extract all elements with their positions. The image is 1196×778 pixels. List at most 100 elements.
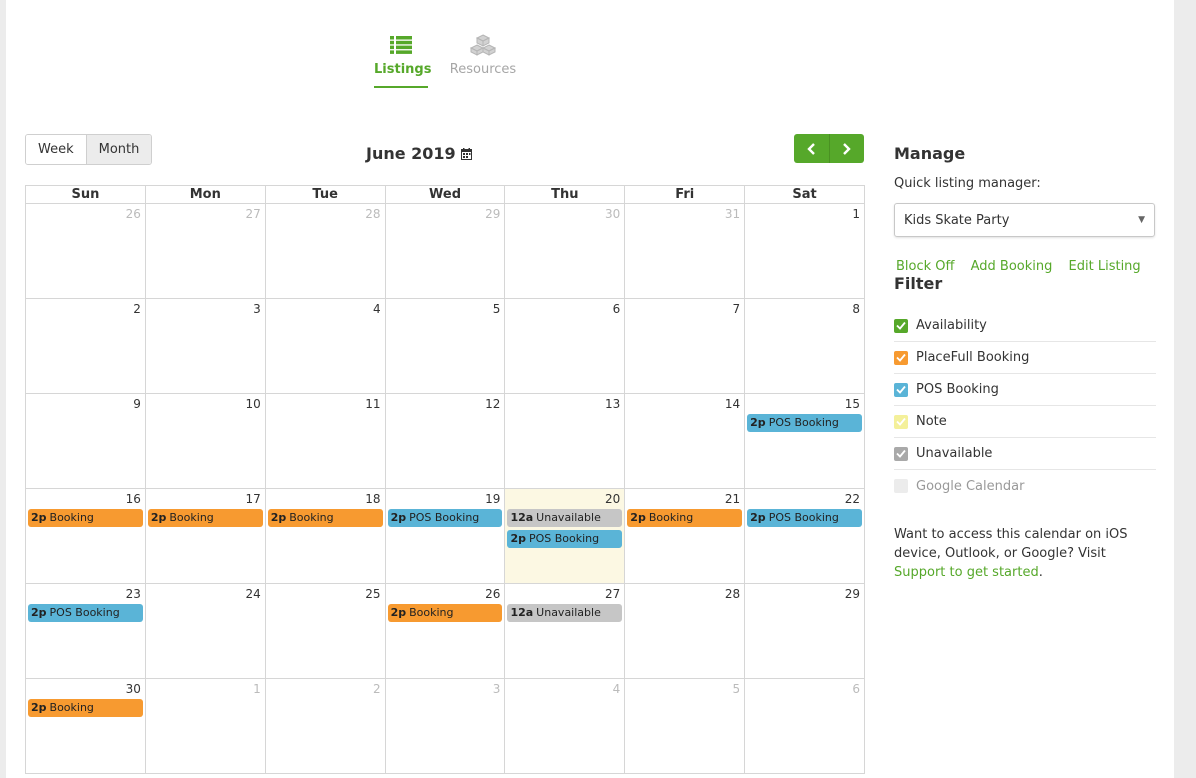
event-booking[interactable]: 2p Booking: [627, 509, 743, 527]
event-booking[interactable]: 2p Booking: [28, 509, 143, 527]
day-cell[interactable]: 27: [145, 204, 266, 299]
tab-listings[interactable]: Listings: [374, 34, 431, 88]
weekday-tue: Tue: [265, 186, 386, 204]
promo-end: .: [1038, 565, 1043, 580]
month-calendar: Sun Mon Tue Wed Thu Fri Sat 26 27 28 29 30 31 1 2 3 4 5 6…: [25, 185, 866, 774]
day-cell[interactable]: 12: [385, 394, 506, 489]
event-booking[interactable]: 2p Booking: [147, 509, 263, 527]
add-booking-link[interactable]: Add Booking: [971, 259, 1053, 274]
day-cell[interactable]: 30 2p Booking: [26, 679, 146, 774]
week-row: 9 10 11 12 13 14 15 2p POS Booking: [25, 394, 866, 489]
edit-listing-link[interactable]: Edit Listing: [1069, 259, 1141, 274]
weekday-mon: Mon: [145, 186, 266, 204]
day-number: 22: [844, 492, 861, 506]
event-pos[interactable]: 2p POS Booking: [747, 414, 863, 432]
event-label: Booking: [169, 511, 214, 524]
event-booking[interactable]: 2p Booking: [28, 699, 143, 717]
calendar-title[interactable]: June 2019: [366, 144, 546, 164]
day-cell[interactable]: 10: [145, 394, 266, 489]
day-cell[interactable]: 14: [625, 394, 746, 489]
day-cell[interactable]: 7: [625, 299, 746, 394]
event-booking[interactable]: 2p Booking: [387, 604, 503, 622]
event-pos[interactable]: 2p POS Booking: [747, 509, 863, 527]
day-cell[interactable]: 4: [265, 299, 386, 394]
event-pos[interactable]: 2p POS Booking: [507, 530, 623, 548]
day-cell[interactable]: 11: [265, 394, 386, 489]
day-cell[interactable]: 6: [505, 299, 626, 394]
day-cell[interactable]: 21 2p Booking: [625, 489, 746, 584]
filter-checkbox[interactable]: [894, 446, 908, 461]
day-number: 26: [125, 207, 141, 221]
filter-checkbox[interactable]: [894, 318, 908, 333]
sidebar: Manage Quick listing manager: Kids Skate…: [894, 144, 1156, 582]
day-cell[interactable]: 26 2p Booking: [385, 584, 506, 679]
day-cell[interactable]: 2: [26, 299, 146, 394]
day-cell[interactable]: 29: [745, 584, 866, 679]
day-cell[interactable]: 26: [26, 204, 146, 299]
day-cell[interactable]: 19 2p POS Booking: [385, 489, 506, 584]
filter-item[interactable]: POS Booking: [894, 374, 1156, 406]
day-cell[interactable]: 6: [745, 679, 866, 774]
chevron-right-icon: [843, 142, 851, 155]
day-cell[interactable]: 2: [265, 679, 386, 774]
day-cell[interactable]: 28: [265, 204, 386, 299]
filter-item[interactable]: Google Calendar: [894, 470, 1156, 502]
day-cell[interactable]: 22 2p POS Booking: [745, 489, 866, 584]
day-cell[interactable]: 1: [745, 204, 866, 299]
filter-item[interactable]: PlaceFull Booking: [894, 342, 1156, 374]
day-cell[interactable]: 9: [26, 394, 146, 489]
day-cell[interactable]: 31: [625, 204, 746, 299]
day-cell[interactable]: 15 2p POS Booking: [745, 394, 866, 489]
listing-select[interactable]: Kids Skate Party ▼: [894, 203, 1155, 237]
event-pos[interactable]: 2p POS Booking: [387, 509, 503, 527]
day-cell[interactable]: 13: [505, 394, 626, 489]
day-cell[interactable]: 1: [145, 679, 266, 774]
day-number: 28: [724, 587, 741, 601]
day-cell[interactable]: 23 2p POS Booking: [26, 584, 146, 679]
filter-checkbox[interactable]: [894, 382, 908, 397]
event-time: 2p: [750, 511, 766, 524]
day-number: 6: [612, 302, 621, 316]
filter-checkbox[interactable]: [894, 350, 908, 365]
day-cell[interactable]: 5: [385, 299, 506, 394]
day-cell-today[interactable]: 20 12a Unavailable 2p POS Booking: [505, 489, 626, 584]
day-number: 18: [365, 492, 381, 506]
day-cell[interactable]: 30: [505, 204, 626, 299]
day-number: 7: [732, 302, 741, 316]
day-cell[interactable]: 29: [385, 204, 506, 299]
day-cell[interactable]: 25: [265, 584, 386, 679]
support-link[interactable]: Support to get started: [894, 565, 1039, 580]
week-row: 2 3 4 5 6 7 8: [25, 299, 866, 394]
day-cell[interactable]: 24: [145, 584, 266, 679]
day-number: 30: [125, 682, 141, 696]
weekday-thu: Thu: [505, 186, 626, 204]
day-cell[interactable]: 4: [505, 679, 626, 774]
day-cell[interactable]: 8: [745, 299, 866, 394]
filter-checkbox[interactable]: [894, 479, 908, 493]
day-cell[interactable]: 16 2p Booking: [26, 489, 146, 584]
week-view-button[interactable]: Week: [26, 135, 86, 164]
filter-item[interactable]: Note: [894, 406, 1156, 438]
day-cell[interactable]: 3: [145, 299, 266, 394]
day-number: 29: [485, 207, 501, 221]
day-cell[interactable]: 17 2p Booking: [145, 489, 266, 584]
day-number: 30: [605, 207, 621, 221]
event-label: POS Booking: [49, 606, 120, 619]
filter-item[interactable]: Availability: [894, 310, 1156, 342]
day-cell[interactable]: 18 2p Booking: [265, 489, 386, 584]
event-booking[interactable]: 2p Booking: [267, 509, 383, 527]
block-off-link[interactable]: Block Off: [896, 259, 954, 274]
prev-month-button[interactable]: [794, 134, 829, 163]
event-pos[interactable]: 2p POS Booking: [28, 604, 143, 622]
day-cell[interactable]: 3: [385, 679, 506, 774]
event-unavailable[interactable]: 12a Unavailable: [507, 604, 623, 622]
filter-checkbox[interactable]: [894, 414, 908, 429]
event-unavailable[interactable]: 12a Unavailable: [507, 509, 623, 527]
month-view-button[interactable]: Month: [85, 135, 152, 164]
filter-item[interactable]: Unavailable: [894, 438, 1156, 470]
next-month-button[interactable]: [828, 134, 865, 163]
day-cell[interactable]: 28: [625, 584, 746, 679]
day-cell[interactable]: 27 12a Unavailable: [505, 584, 626, 679]
tab-resources[interactable]: Resources: [449, 34, 517, 86]
day-cell[interactable]: 5: [625, 679, 746, 774]
